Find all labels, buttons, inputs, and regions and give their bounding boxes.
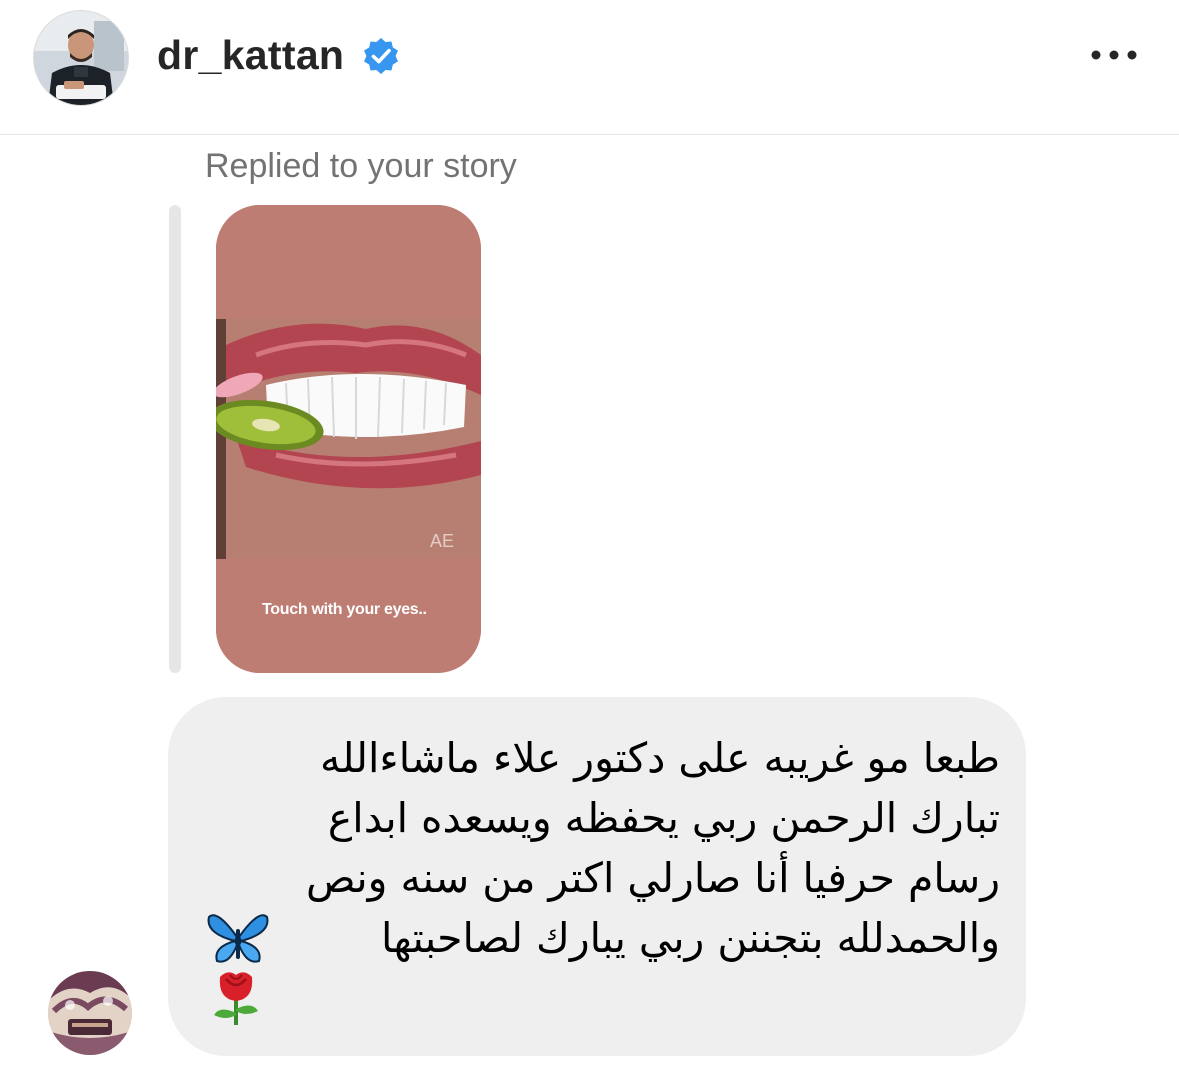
story-caption: Touch with your eyes.. xyxy=(262,601,427,618)
profile-photo-icon xyxy=(34,11,128,105)
message-line: والحمدلله بتجننن ربي يبارك لصاحبتها xyxy=(380,914,1000,962)
sender-avatar[interactable] xyxy=(48,971,132,1055)
profile-avatar[interactable] xyxy=(33,10,129,106)
replied-to-story-label: Replied to your story xyxy=(205,147,517,185)
username[interactable]: dr_kattan xyxy=(157,31,344,79)
butterfly-emoji-icon xyxy=(207,914,269,963)
message-line: طبعا مو غريبه على دكتور علاء ماشاءالله xyxy=(319,734,1000,782)
reply-quote-bar xyxy=(169,205,181,673)
story-watermark: AE xyxy=(430,531,454,551)
message-text: طبعا مو غريبه على دكتور علاء ماشاءالله ت… xyxy=(200,728,1000,968)
more-horizontal-icon[interactable] xyxy=(1086,38,1142,72)
chat-header: dr_kattan xyxy=(0,0,1179,135)
story-thumbnail[interactable]: AE Touch with your eyes.. xyxy=(216,205,481,673)
verified-badge-icon xyxy=(364,38,398,74)
sender-profile-photo-icon xyxy=(48,971,132,1055)
message-line: تبارك الرحمن ربي يحفظه ويسعده ابداع xyxy=(327,794,1000,842)
rose-emoji-icon xyxy=(214,972,258,1025)
message-line: رسام حرفيا أنا صارلي اكتر من سنه ونص xyxy=(306,854,1000,902)
